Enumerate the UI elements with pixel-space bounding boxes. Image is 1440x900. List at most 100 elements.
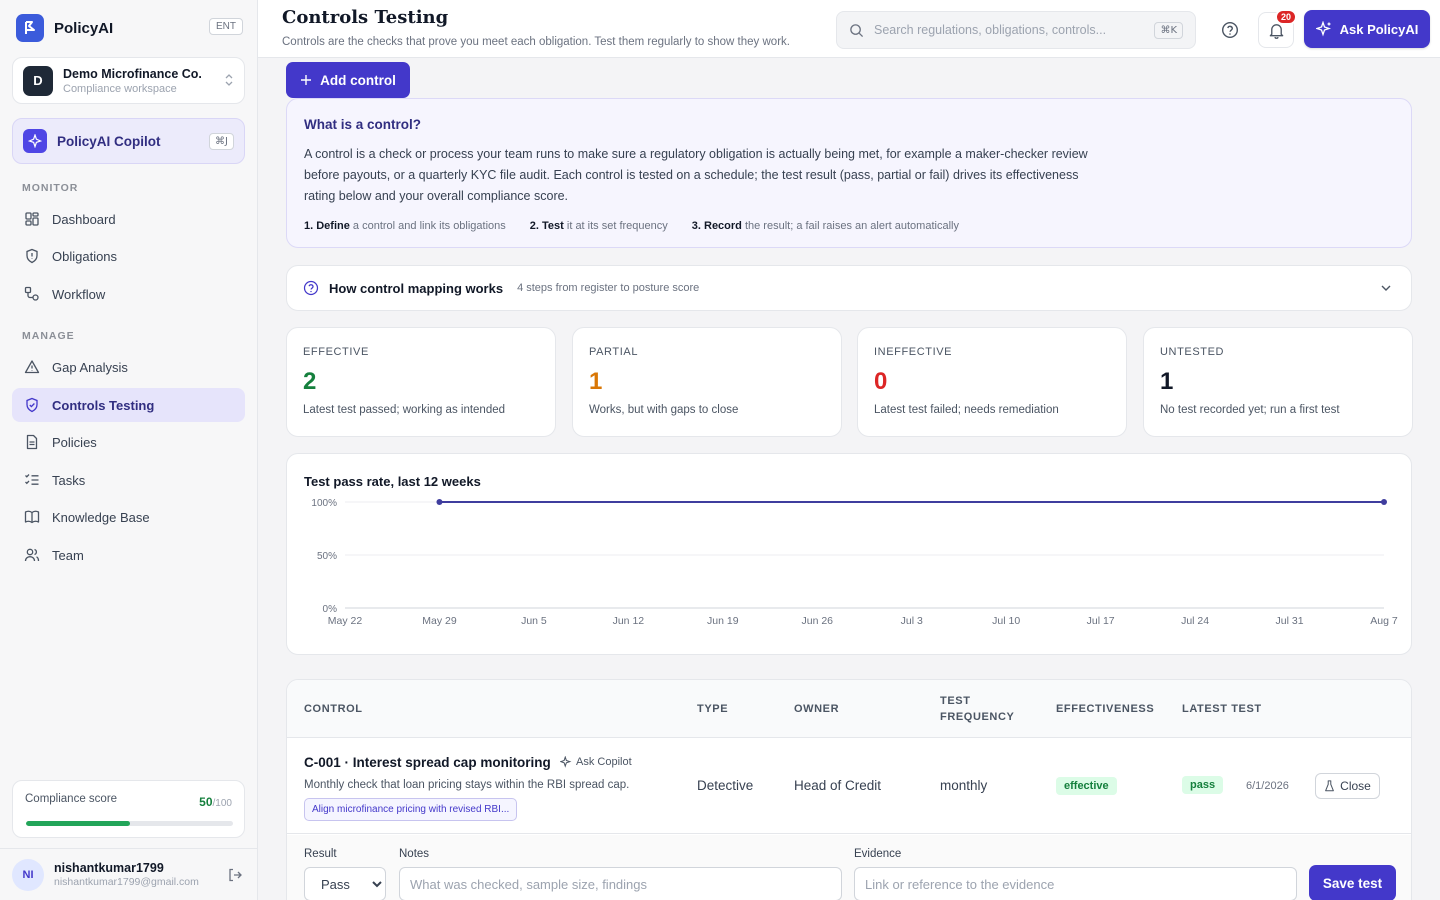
sidebar-item-policies[interactable]: Policies [12,425,245,459]
x-tick-label: Jun 19 [707,615,739,627]
x-tick-label: May 29 [422,615,457,627]
data-point [436,499,443,505]
copilot-shortcut: ⌘J [209,132,234,150]
x-tick-label: Aug 7 [1370,615,1398,627]
y-tick-label: 0% [323,604,338,615]
table-row[interactable]: C-001 · Interest spread cap monitoring A… [287,738,1411,834]
pass-rate-chart-card: 0% 50% 100% May 22 May 29 Jun 5 Jun 12 Jun 19 Ju… [286,453,1412,655]
info-step: 2. Test it at its set frequency [529,220,668,232]
chevron-updown-icon [224,73,234,88]
sparkle-icon [560,756,572,768]
avatar: NI [12,858,44,891]
stat-value: 2 [303,368,317,395]
column-header-latest-test: LATEST TEST [1182,703,1262,715]
sidebar-item-label: Team [52,547,84,563]
ask-policyai-button[interactable]: Ask PolicyAI [1304,10,1430,48]
sidebar-item-gap-analysis[interactable]: Gap Analysis [12,350,245,384]
user-profile[interactable]: NI nishantkumar1799 nishantkumar1799@gma… [0,848,257,900]
stat-card-untested[interactable]: UNTESTED 1 No test recorded yet; run a f… [1143,327,1413,437]
shield-icon [26,248,38,264]
sidebar-item-team[interactable]: Team [12,538,245,572]
workspace-avatar: D [23,65,53,96]
sidebar-item-label: Tasks [52,472,86,488]
control-owner: Head of Credit [794,778,882,793]
stat-value: 0 [874,368,888,395]
info-title: What is a control? [304,117,422,132]
copilot-button[interactable]: PolicyAI Copilot ⌘J [12,118,245,164]
sparkle-icon [23,129,47,153]
search-shortcut: ⌘K [1154,21,1183,39]
result-select[interactable]: PassPartialFail [304,867,386,900]
stat-description: Works, but with gaps to close [589,404,739,416]
evidence-input[interactable] [854,867,1297,900]
record-test-form: Result PassPartialFail Notes Evidence Sa… [287,835,1411,900]
stat-label: EFFECTIVE [303,346,369,358]
shield-check-icon [26,397,38,413]
page-title: Controls Testing [282,7,449,28]
document-icon [26,434,38,450]
sidebar-item-label: Workflow [52,286,106,302]
stat-description: Latest test failed; needs remediation [874,404,1059,416]
workspace-switcher[interactable]: D Demo Microfinance Co. Compliance works… [12,57,245,104]
sidebar-item-label: Gap Analysis [52,359,128,375]
stat-card-partial[interactable]: PARTIAL 1 Works, but with gaps to close [572,327,842,437]
chart-title: Test pass rate, last 12 weeks [304,474,481,489]
ask-copilot-link[interactable]: Ask Copilot [560,756,632,768]
mapping-subtitle: 4 steps from register to posture score [517,282,700,294]
add-control-button[interactable]: Add control [286,62,410,98]
stat-label: PARTIAL [589,346,639,358]
stat-value: 1 [589,368,603,395]
sidebar-item-dashboard[interactable]: Dashboard [12,202,245,236]
control-frequency: monthly [940,778,988,793]
x-tick-label: Jul 17 [1087,615,1115,627]
mapping-title: How control mapping works [329,280,504,296]
result-label: Result [304,848,337,860]
notifications-button[interactable]: 20 [1258,9,1297,48]
control-title[interactable]: C-001 · Interest spread cap monitoring [304,755,551,770]
notes-input[interactable] [399,867,842,900]
info-steps: 1. Define a control and link its obligat… [304,220,1394,232]
x-tick-label: Jul 31 [1276,615,1304,627]
save-test-button[interactable]: Save test [1309,865,1396,900]
page-subtitle: Controls are the checks that prove you m… [282,36,790,48]
column-header-owner: OWNER [794,703,840,715]
sidebar-item-controls-testing[interactable]: Controls Testing [12,388,245,422]
x-tick-label: Jun 5 [521,615,547,627]
sidebar-item-tasks[interactable]: Tasks [12,463,245,497]
book-icon [24,510,40,524]
users-icon [24,548,40,562]
sidebar-item-label: Controls Testing [52,397,155,413]
close-test-button[interactable]: Close [1315,773,1380,799]
help-circle-icon [303,280,319,296]
brand-name: PolicyAI [54,19,114,37]
info-step: 3. Record the result; a fail raises an a… [691,220,959,232]
y-tick-label: 100% [311,498,337,509]
logout-icon[interactable] [227,867,243,886]
sidebar-item-workflow[interactable]: Workflow [12,277,245,311]
evidence-label: Evidence [854,848,902,860]
x-tick-label: Jun 26 [802,615,834,627]
control-type: Detective [697,778,754,793]
stat-value: 1 [1160,368,1174,395]
sidebar-item-obligations[interactable]: Obligations [12,239,245,273]
compliance-score-card[interactable]: Compliance score 50/100 [12,780,245,838]
add-control-label: Add control [320,72,396,88]
stat-card-ineffective[interactable]: INEFFECTIVE 0 Latest test failed; needs … [857,327,1127,437]
stat-card-effective[interactable]: EFFECTIVE 2 Latest test passed; working … [286,327,556,437]
control-mapping-accordion[interactable]: How control mapping works 4 steps from r… [286,265,1412,311]
workspace-name: Demo Microfinance Co. [63,66,202,81]
search-bar[interactable]: ⌘K [836,11,1196,49]
brand[interactable]: PolicyAI [16,14,113,42]
search-input[interactable] [874,23,1155,37]
compliance-score-bar [26,821,233,826]
stat-description: No test recorded yet; run a first test [1160,404,1340,416]
sidebar-item-knowledge-base[interactable]: Knowledge Base [12,500,245,534]
help-button[interactable] [1212,12,1248,48]
user-email: nishantkumar1799@gmail.com [54,876,199,888]
linked-obligation-chip[interactable]: Align microfinance pricing with revised … [304,798,518,821]
sparkle-icon [1315,21,1331,37]
y-tick-label: 50% [317,551,337,562]
sidebar-item-label: Knowledge Base [52,509,150,525]
compliance-score-value: 50/100 [199,795,232,809]
sidebar: PolicyAI ENT D Demo Microfinance Co. Com… [0,0,258,900]
